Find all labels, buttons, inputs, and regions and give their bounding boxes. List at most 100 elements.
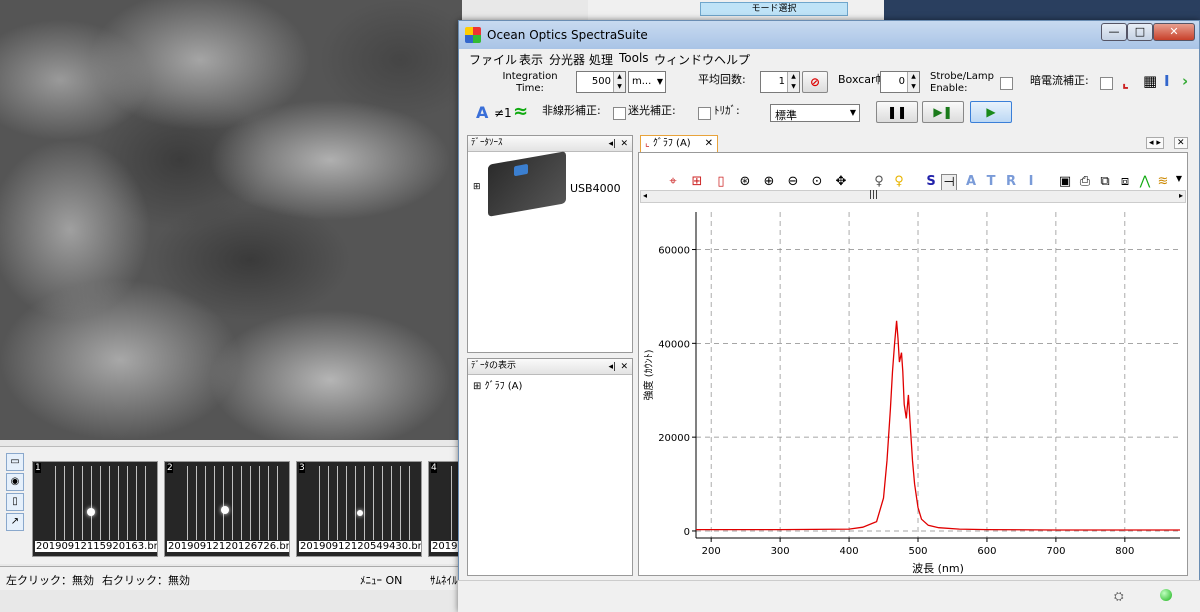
stray-light-checkbox[interactable]	[698, 107, 711, 120]
maximize-button[interactable]: □	[1127, 23, 1153, 41]
light-off-icon[interactable]: ♀	[871, 174, 887, 189]
x-tick-label: 600	[977, 546, 996, 557]
thumbnail-2[interactable]: 2 20190912120126726.bmp	[164, 461, 290, 557]
data-sources-title: ﾃﾞｰﾀｿｰｽ	[471, 138, 503, 148]
zoom-box-icon[interactable]: ⊞	[689, 174, 705, 189]
scroll-thumb[interactable]: |||	[869, 190, 878, 200]
zoom-fit-icon[interactable]: ⊛	[737, 174, 753, 189]
camera-icon[interactable]: ◉	[6, 473, 24, 491]
spectrum-chart[interactable]: 200 300 400 500 600 700 800 0 20000 40000 60000 波長…	[638, 204, 1188, 574]
expand-icon[interactable]: ⊞	[473, 381, 481, 392]
title-bar[interactable]: Ocean Optics SpectraSuite — □ ✕	[459, 21, 1199, 49]
a-tool-icon[interactable]: A	[963, 174, 979, 189]
marker-tool-icon[interactable]: ⊣	[941, 174, 957, 191]
text-view-icon[interactable]: I	[1164, 72, 1170, 90]
left-click-status: 左クリック：無効	[6, 574, 94, 587]
spectrum-series-line	[696, 320, 1180, 531]
menu-tools[interactable]: Tools	[619, 51, 649, 65]
folder-icon[interactable]: ▭	[6, 453, 24, 471]
spinner-arrows-icon[interactable]: ▲ ▼	[613, 72, 625, 92]
i-tool-icon[interactable]: I	[1023, 174, 1039, 189]
thumbnail-filename: 20190912120126726.bmp	[167, 541, 289, 552]
pan-icon[interactable]: ✥	[833, 174, 849, 189]
boxcar-value: 0	[898, 76, 905, 87]
tab-scroll-icon[interactable]: ◂ ▸	[1146, 137, 1164, 149]
averaging-input[interactable]: 1 ▲ ▼	[760, 71, 800, 93]
s-tool-icon[interactable]: S	[923, 174, 939, 189]
integration-unit-select[interactable]: m... ▼	[628, 71, 666, 93]
trigger-label: ﾄﾘｶﾞ:	[714, 104, 740, 117]
averaging-value: 1	[778, 76, 785, 87]
spinner-arrows-icon[interactable]: ▲ ▼	[787, 72, 799, 92]
x-tick-label: 500	[908, 546, 927, 557]
usb4000-device-icon[interactable]	[488, 151, 566, 217]
strobe-checkbox[interactable]	[1000, 77, 1013, 90]
tab-close-all-icon[interactable]: ✕	[1174, 137, 1188, 149]
zoom-y-icon[interactable]: ▯	[713, 174, 729, 189]
thumbnail-filename: 20190912120549430.bmp	[299, 541, 421, 552]
font-a-icon[interactable]: A	[476, 103, 488, 122]
reset-averaging-icon[interactable]: ⊘	[802, 71, 828, 93]
chart-ticks: 200 300 400 500 600 700 800 0 20000 40000 60000	[658, 246, 1134, 557]
zoom-out-icon[interactable]: ⊖	[785, 174, 801, 189]
menu-file[interactable]: ファイル	[469, 51, 517, 68]
light-on-icon[interactable]: ♀	[891, 174, 907, 189]
strobe-label: Strobe/Lamp Enable:	[930, 71, 994, 94]
mode-select-button[interactable]: モード選択	[700, 2, 848, 16]
thumbnail-4[interactable]: 4 2019...	[428, 461, 462, 557]
r-tool-icon[interactable]: R	[1003, 174, 1019, 189]
spinner-arrows-icon[interactable]: ▲ ▼	[907, 72, 919, 92]
dark-correction-checkbox[interactable]	[1100, 77, 1113, 90]
nonlinear-checkbox[interactable]	[613, 107, 626, 120]
y-tick-label: 40000	[658, 339, 690, 350]
save-icon[interactable]: ▣	[1057, 174, 1073, 189]
thumbnail-status: ｻﾑﾈｲﾙ	[430, 574, 458, 587]
toolbar-more-icon[interactable]: ▼	[1171, 174, 1187, 183]
scroll-right-icon[interactable]: ▸	[1179, 191, 1183, 200]
zoom-reset-icon[interactable]: ⊙	[809, 174, 825, 189]
step-button[interactable]: ▶❚	[922, 101, 964, 123]
table-view-icon[interactable]: ▦	[1143, 72, 1157, 90]
play-button[interactable]: ▶	[970, 101, 1012, 123]
close-tab-icon[interactable]: ✕	[705, 136, 713, 152]
more-tools-icon[interactable]: ›	[1182, 72, 1188, 90]
thumbnail-1[interactable]: 1 20190912115920163.bmp	[32, 461, 158, 557]
menu-view[interactable]: 表示	[519, 51, 543, 68]
zoom-in-icon[interactable]: ⊕	[761, 174, 777, 189]
peak-icon[interactable]: ⋀	[1137, 174, 1153, 189]
crosshair-icon[interactable]: ⌖	[665, 174, 681, 189]
export-icon[interactable]: ↗	[6, 513, 24, 531]
print-icon[interactable]: ⎙	[1077, 174, 1093, 189]
pause-button[interactable]: ❚❚	[876, 101, 918, 123]
close-button[interactable]: ✕	[1153, 23, 1195, 41]
close-panel-icon[interactable]: ✕	[620, 137, 628, 152]
close-panel-icon[interactable]: ✕	[620, 360, 628, 375]
window-status-bar: ⛭	[458, 580, 1200, 612]
trigger-mode-select[interactable]: 標準 ▼	[770, 104, 860, 122]
tab-graph-a[interactable]: ⌞ ｸﾞﾗﾌ (A) ✕	[640, 135, 718, 153]
minimize-button[interactable]: —	[1101, 23, 1127, 41]
thumbnail-3[interactable]: 3 20190912120549430.bmp	[296, 461, 422, 557]
graph-view-icon[interactable]: ⌞	[1122, 73, 1129, 91]
menu-spectrometer[interactable]: 分光器	[549, 51, 585, 68]
copy-image-icon[interactable]: ⧈	[1117, 174, 1133, 189]
y-tick-label: 0	[684, 527, 690, 538]
copy-icon[interactable]: ⧉	[1097, 174, 1113, 189]
horizontal-scrollbar[interactable]: ◂ ||| ▸	[640, 190, 1186, 203]
menu-window[interactable]: ウィンドウ	[654, 51, 714, 68]
scroll-left-icon[interactable]: ◂	[643, 191, 647, 200]
wave-icon[interactable]: ≈	[513, 101, 528, 122]
boxcar-input[interactable]: 0 ▲ ▼	[880, 71, 920, 93]
trash-icon[interactable]: ▯	[6, 493, 24, 511]
expand-icon[interactable]: ⊞	[473, 182, 481, 192]
device-name[interactable]: USB4000	[570, 182, 621, 195]
pin-icon[interactable]: ◂|	[608, 360, 616, 375]
menu-processing[interactable]: 処理	[589, 51, 613, 68]
t-tool-icon[interactable]: T	[983, 174, 999, 189]
overlay-icon[interactable]: ≋	[1155, 174, 1171, 189]
graph-tree-node[interactable]: ⊞ ｸﾞﾗﾌ (A)	[473, 377, 522, 392]
graph-node-label: ｸﾞﾗﾌ (A)	[484, 381, 523, 392]
integration-time-input[interactable]: 500 ▲ ▼	[576, 71, 626, 93]
menu-help[interactable]: ヘルプ	[714, 51, 750, 68]
pin-icon[interactable]: ◂|	[608, 137, 616, 152]
